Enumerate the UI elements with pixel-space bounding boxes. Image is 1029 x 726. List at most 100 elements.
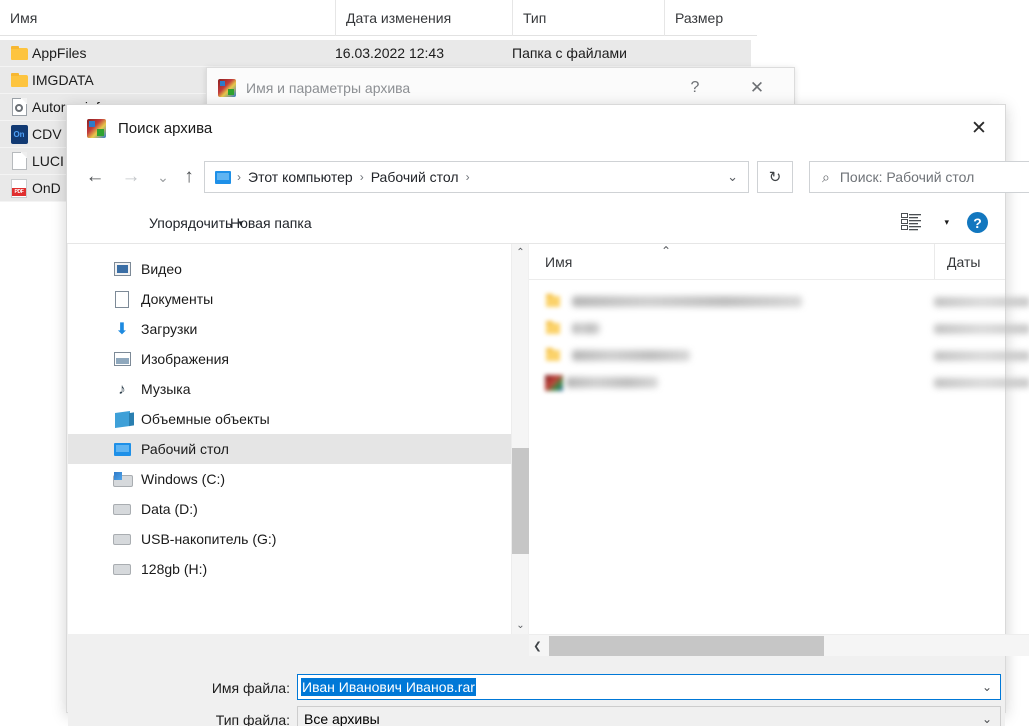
- bg-row-name: AppFiles: [32, 45, 87, 61]
- documents-icon: [112, 290, 132, 308]
- tree-item-music[interactable]: ♪ Музыка: [68, 374, 511, 404]
- scroll-up-icon[interactable]: ⌃: [512, 244, 529, 261]
- tree-item-pictures[interactable]: Изображения: [68, 344, 511, 374]
- save-archive-dialog: Поиск архива ✕ ← → ⌄ ↑ › Этот компьютер …: [66, 104, 1029, 726]
- winrar-close-icon[interactable]: ✕: [734, 68, 780, 108]
- file-column-dates[interactable]: Даты: [934, 244, 1005, 279]
- bg-column-name[interactable]: Имя: [0, 0, 335, 36]
- video-icon: [112, 260, 132, 278]
- up-button[interactable]: ↑: [173, 161, 205, 193]
- winrar-help-button[interactable]: ?: [674, 68, 716, 108]
- tree-item-label: Windows (C:): [141, 471, 226, 487]
- desktop-icon: [215, 170, 231, 184]
- cdv-file-icon: On: [6, 124, 32, 144]
- music-icon: ♪: [118, 380, 126, 398]
- tree-item-data-d[interactable]: Data (D:): [68, 494, 511, 524]
- redacted-file-date: [934, 350, 1029, 361]
- file-list-row[interactable]: [529, 315, 1029, 342]
- new-folder-button[interactable]: Новая папка: [230, 202, 312, 244]
- tree-item-label: 128gb (H:): [141, 561, 208, 577]
- tree-item-label: Музыка: [141, 381, 191, 397]
- organize-button[interactable]: Упорядочить ▾: [149, 202, 243, 244]
- file-column-name[interactable]: Имя: [545, 244, 934, 279]
- winrar-icon: [87, 119, 106, 138]
- desktop-icon: [112, 440, 132, 458]
- tree-vertical-scrollbar[interactable]: ⌃ ⌄: [511, 244, 529, 634]
- tree-item-windows-c[interactable]: Windows (C:): [68, 464, 511, 494]
- tree-item-downloads[interactable]: ⬇ Загрузки: [68, 314, 511, 344]
- scrollbar-thumb[interactable]: [549, 636, 824, 656]
- search-box[interactable]: ⌕ Поиск: Рабочий стол: [809, 161, 1029, 193]
- redacted-file-date: [934, 323, 1029, 334]
- tree-item-usb-g[interactable]: USB-накопитель (G:): [68, 524, 511, 554]
- tree-item-label: Изображения: [141, 351, 229, 367]
- drive-icon: [112, 530, 132, 548]
- redacted-file-name: [572, 350, 690, 361]
- breadcrumb-desktop[interactable]: Рабочий стол: [367, 169, 463, 185]
- file-name-value: Иван Иванович Иванов.rar: [301, 678, 476, 696]
- folder-icon: [545, 347, 563, 364]
- redacted-file-date: [934, 296, 1029, 307]
- file-type-select[interactable]: Все архивы ⌄: [297, 706, 1001, 726]
- bg-row-name: CDV: [32, 126, 62, 142]
- tree-item-label: Рабочий стол: [141, 441, 229, 457]
- bg-row-name: LUCI: [32, 153, 64, 169]
- redacted-file-name: [572, 296, 802, 307]
- breadcrumb-separator-icon[interactable]: ›: [463, 170, 473, 184]
- scroll-left-icon[interactable]: ❮: [529, 635, 546, 657]
- file-list-row[interactable]: [529, 369, 1029, 396]
- blank-file-icon: [6, 152, 32, 170]
- tree-item-label: Загрузки: [141, 321, 198, 337]
- chevron-down-icon[interactable]: ⌄: [982, 680, 992, 694]
- bg-column-type[interactable]: Тип: [512, 0, 664, 36]
- bg-row-date: 16.03.2022 12:43: [335, 45, 444, 61]
- tree-item-3d-objects[interactable]: Объемные объекты: [68, 404, 511, 434]
- address-bar[interactable]: › Этот компьютер › Рабочий стол › ⌄: [204, 161, 749, 193]
- bg-column-size[interactable]: Размер: [664, 0, 757, 36]
- file-name-label: Имя файла:: [211, 680, 290, 696]
- tree-item-label: Объемные объекты: [141, 411, 270, 427]
- tree-item-desktop[interactable]: Рабочий стол: [68, 434, 511, 464]
- close-icon[interactable]: ✕: [953, 105, 1005, 152]
- breadcrumb-separator-icon: ›: [237, 170, 241, 184]
- redacted-file-date: [934, 377, 1029, 388]
- file-type-label: Тип файла:: [215, 712, 290, 726]
- search-input[interactable]: Поиск: Рабочий стол: [840, 169, 974, 185]
- refresh-button[interactable]: ↻: [757, 161, 793, 193]
- command-toolbar: Упорядочить ▾ Новая папка ▾ ?: [67, 202, 1005, 244]
- chevron-down-icon[interactable]: ⌄: [982, 712, 992, 726]
- tree-item-documents[interactable]: Документы: [68, 284, 511, 314]
- downloads-icon: ⬇: [115, 321, 129, 338]
- bg-table-row[interactable]: AppFiles 16.03.2022 12:43 Папка с файлам…: [0, 40, 751, 67]
- tree-item-video[interactable]: Видео: [68, 254, 511, 284]
- scrollbar-thumb[interactable]: [512, 448, 529, 554]
- file-name-input[interactable]: Иван Иванович Иванов.rar ⌄: [297, 674, 1001, 700]
- file-list-pane: ⌃ Имя Даты: [529, 244, 1029, 634]
- redacted-file-name: [572, 323, 600, 334]
- bg-row-type: Папка с файлами: [512, 45, 627, 61]
- bg-column-date[interactable]: Дата изменения: [335, 0, 512, 36]
- dialog-title-bar[interactable]: Поиск архива: [67, 105, 1005, 152]
- file-list-horizontal-scrollbar[interactable]: ❮ ❯: [529, 634, 1029, 656]
- file-list-row[interactable]: [529, 342, 1029, 369]
- view-list-icon[interactable]: [901, 213, 921, 231]
- scroll-down-icon[interactable]: ⌄: [512, 617, 529, 634]
- forward-button[interactable]: →: [115, 161, 147, 193]
- objects3d-icon: [112, 410, 132, 428]
- breadcrumb-this-pc[interactable]: Этот компьютер: [244, 169, 357, 185]
- view-chevron-down-icon[interactable]: ▾: [944, 217, 949, 228]
- pictures-icon: [112, 350, 132, 368]
- help-icon[interactable]: ?: [967, 212, 988, 233]
- file-list-row[interactable]: [529, 288, 1029, 315]
- background-column-header: Имя Дата изменения Тип Размер: [0, 0, 757, 36]
- organize-label: Упорядочить: [149, 215, 233, 231]
- tree-item-label: Видео: [141, 261, 182, 277]
- folder-icon: [545, 293, 563, 310]
- back-button[interactable]: ←: [79, 161, 111, 193]
- file-type-value: Все архивы: [304, 711, 380, 726]
- windows-drive-icon: [112, 470, 133, 488]
- address-chevron-down-icon[interactable]: ⌄: [727, 169, 738, 185]
- inf-file-icon: [6, 98, 32, 116]
- tree-item-128gb-h[interactable]: 128gb (H:): [68, 554, 511, 584]
- winrar-title-text: Имя и параметры архива: [246, 80, 411, 96]
